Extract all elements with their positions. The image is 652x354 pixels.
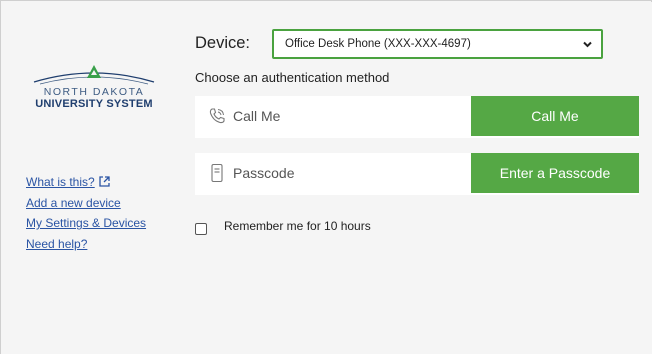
device-label: Device: — [195, 34, 251, 52]
add-new-device-link[interactable]: Add a new device — [26, 193, 146, 214]
chevron-down-icon — [583, 41, 592, 48]
logo-emblem-icon — [33, 65, 155, 85]
what-is-this-link[interactable]: What is this? — [26, 172, 146, 193]
what-is-this-label: What is this? — [26, 175, 95, 189]
enter-passcode-button[interactable]: Enter a Passcode — [471, 153, 639, 193]
logo-text-north-dakota: NORTH DAKOTA — [43, 86, 145, 98]
my-settings-devices-link[interactable]: My Settings & Devices — [26, 213, 146, 234]
ndus-logo: NORTH DAKOTA UNIVERSITY SYSTEM — [26, 62, 162, 126]
need-help-link[interactable]: Need help? — [26, 234, 146, 255]
sidebar-links: What is this? Add a new device My Settin… — [26, 172, 146, 254]
choose-method-text: Choose an authentication method — [195, 70, 390, 85]
logo-text-university-system: UNIVERSITY SYSTEM — [35, 98, 153, 110]
call-me-label: Call Me — [233, 108, 281, 124]
phone-icon — [209, 108, 225, 124]
remember-me-label[interactable]: Remember me for 10 hours — [224, 219, 371, 233]
passcode-label: Passcode — [233, 165, 295, 181]
passcode-token-icon — [211, 163, 223, 183]
auth-main: Device: Office Desk Phone (XXX-XXX-4697)… — [178, 2, 652, 354]
device-select[interactable]: Office Desk Phone (XXX-XXX-4697) — [272, 29, 603, 59]
device-select-value: Office Desk Phone (XXX-XXX-4697) — [285, 38, 471, 50]
call-me-button[interactable]: Call Me — [471, 96, 639, 136]
method-row-call: Call Me Call Me — [195, 96, 639, 138]
external-link-icon — [99, 176, 110, 187]
sidebar: NORTH DAKOTA UNIVERSITY SYSTEM What is t… — [2, 2, 178, 354]
auth-frame: NORTH DAKOTA UNIVERSITY SYSTEM What is t… — [0, 0, 652, 354]
method-row-passcode: Passcode Enter a Passcode — [195, 153, 639, 195]
remember-me-checkbox[interactable] — [195, 223, 207, 235]
